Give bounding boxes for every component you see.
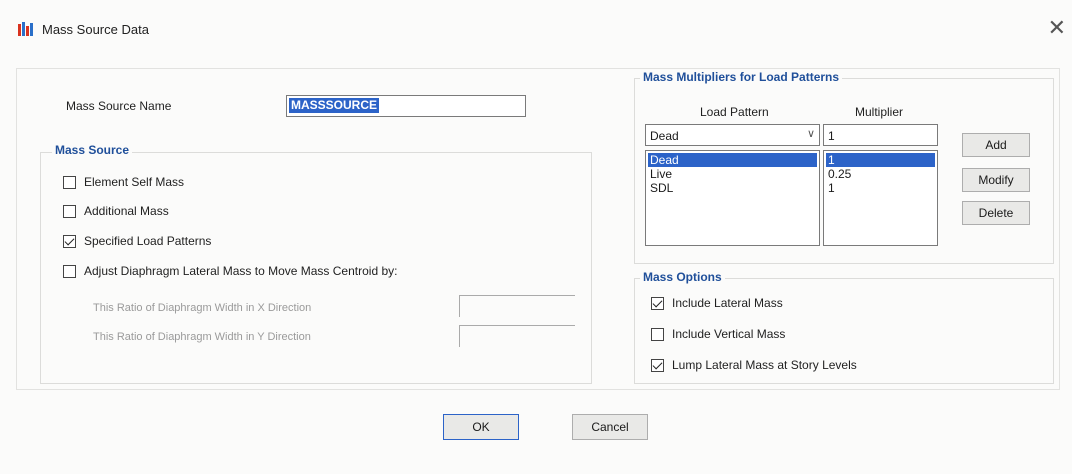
- ratio-x-label: This Ratio of Diaphragm Width in X Direc…: [93, 302, 312, 314]
- modify-button[interactable]: Modify: [962, 168, 1030, 192]
- element-self-mass-label: Element Self Mass: [84, 175, 185, 189]
- app-icon: [18, 22, 33, 36]
- load-pattern-header: Load Pattern: [700, 105, 769, 119]
- list-item[interactable]: Live: [648, 167, 817, 181]
- add-button[interactable]: Add: [962, 133, 1030, 157]
- multiplier-header: Multiplier: [855, 105, 904, 119]
- close-icon[interactable]: ✕: [1048, 17, 1066, 39]
- additional-mass-checkbox[interactable]: [63, 205, 76, 218]
- specified-load-patterns-checkbox[interactable]: [63, 235, 76, 248]
- include-lateral-mass-label: Include Lateral Mass: [672, 296, 783, 310]
- specified-load-patterns-label: Specified Load Patterns: [84, 234, 212, 248]
- mass-source-name-value: MASSSOURCE: [289, 98, 380, 113]
- list-item[interactable]: 1: [826, 181, 935, 195]
- mass-source-name-input[interactable]: MASSSOURCE: [286, 95, 526, 117]
- load-pattern-list[interactable]: Dead Live SDL: [645, 150, 820, 246]
- delete-button[interactable]: Delete: [962, 201, 1030, 225]
- adjust-diaphragm-checkbox[interactable]: [63, 265, 76, 278]
- multiplier-input[interactable]: 1: [823, 124, 938, 146]
- load-pattern-select-value: Dead: [650, 129, 679, 143]
- ok-button[interactable]: OK: [443, 414, 519, 440]
- lump-lateral-mass-label: Lump Lateral Mass at Story Levels: [672, 358, 857, 372]
- list-item[interactable]: 1: [826, 153, 935, 167]
- ratio-y-label: This Ratio of Diaphragm Width in Y Direc…: [93, 331, 311, 343]
- chevron-down-icon: ∨: [806, 128, 815, 140]
- mass-options-group-title: Mass Options: [640, 270, 725, 284]
- include-vertical-mass-label: Include Vertical Mass: [672, 327, 786, 341]
- lump-lateral-mass-checkbox[interactable]: [651, 359, 664, 372]
- multiplier-input-value: 1: [828, 129, 835, 143]
- list-item[interactable]: 0.25: [826, 167, 935, 181]
- title-bar: Mass Source Data ✕: [0, 0, 1072, 44]
- list-item[interactable]: SDL: [648, 181, 817, 195]
- cancel-button[interactable]: Cancel: [572, 414, 648, 440]
- mass-source-name-label: Mass Source Name: [66, 99, 172, 113]
- ratio-y-input[interactable]: [459, 325, 575, 347]
- element-self-mass-checkbox[interactable]: [63, 176, 76, 189]
- window-title: Mass Source Data: [42, 22, 149, 37]
- list-item[interactable]: Dead: [648, 153, 817, 167]
- ratio-x-input[interactable]: [459, 295, 575, 317]
- mass-source-dialog: Mass Source Data ✕ Mass Source Name MASS…: [0, 0, 1072, 474]
- additional-mass-label: Additional Mass: [84, 204, 169, 218]
- load-pattern-select[interactable]: Dead ∨: [645, 124, 820, 146]
- mass-multipliers-group-title: Mass Multipliers for Load Patterns: [640, 70, 843, 84]
- include-vertical-mass-checkbox[interactable]: [651, 328, 664, 341]
- include-lateral-mass-checkbox[interactable]: [651, 297, 664, 310]
- multiplier-list[interactable]: 1 0.25 1: [823, 150, 938, 246]
- mass-source-group-title: Mass Source: [52, 143, 133, 157]
- adjust-diaphragm-label: Adjust Diaphragm Lateral Mass to Move Ma…: [84, 264, 398, 278]
